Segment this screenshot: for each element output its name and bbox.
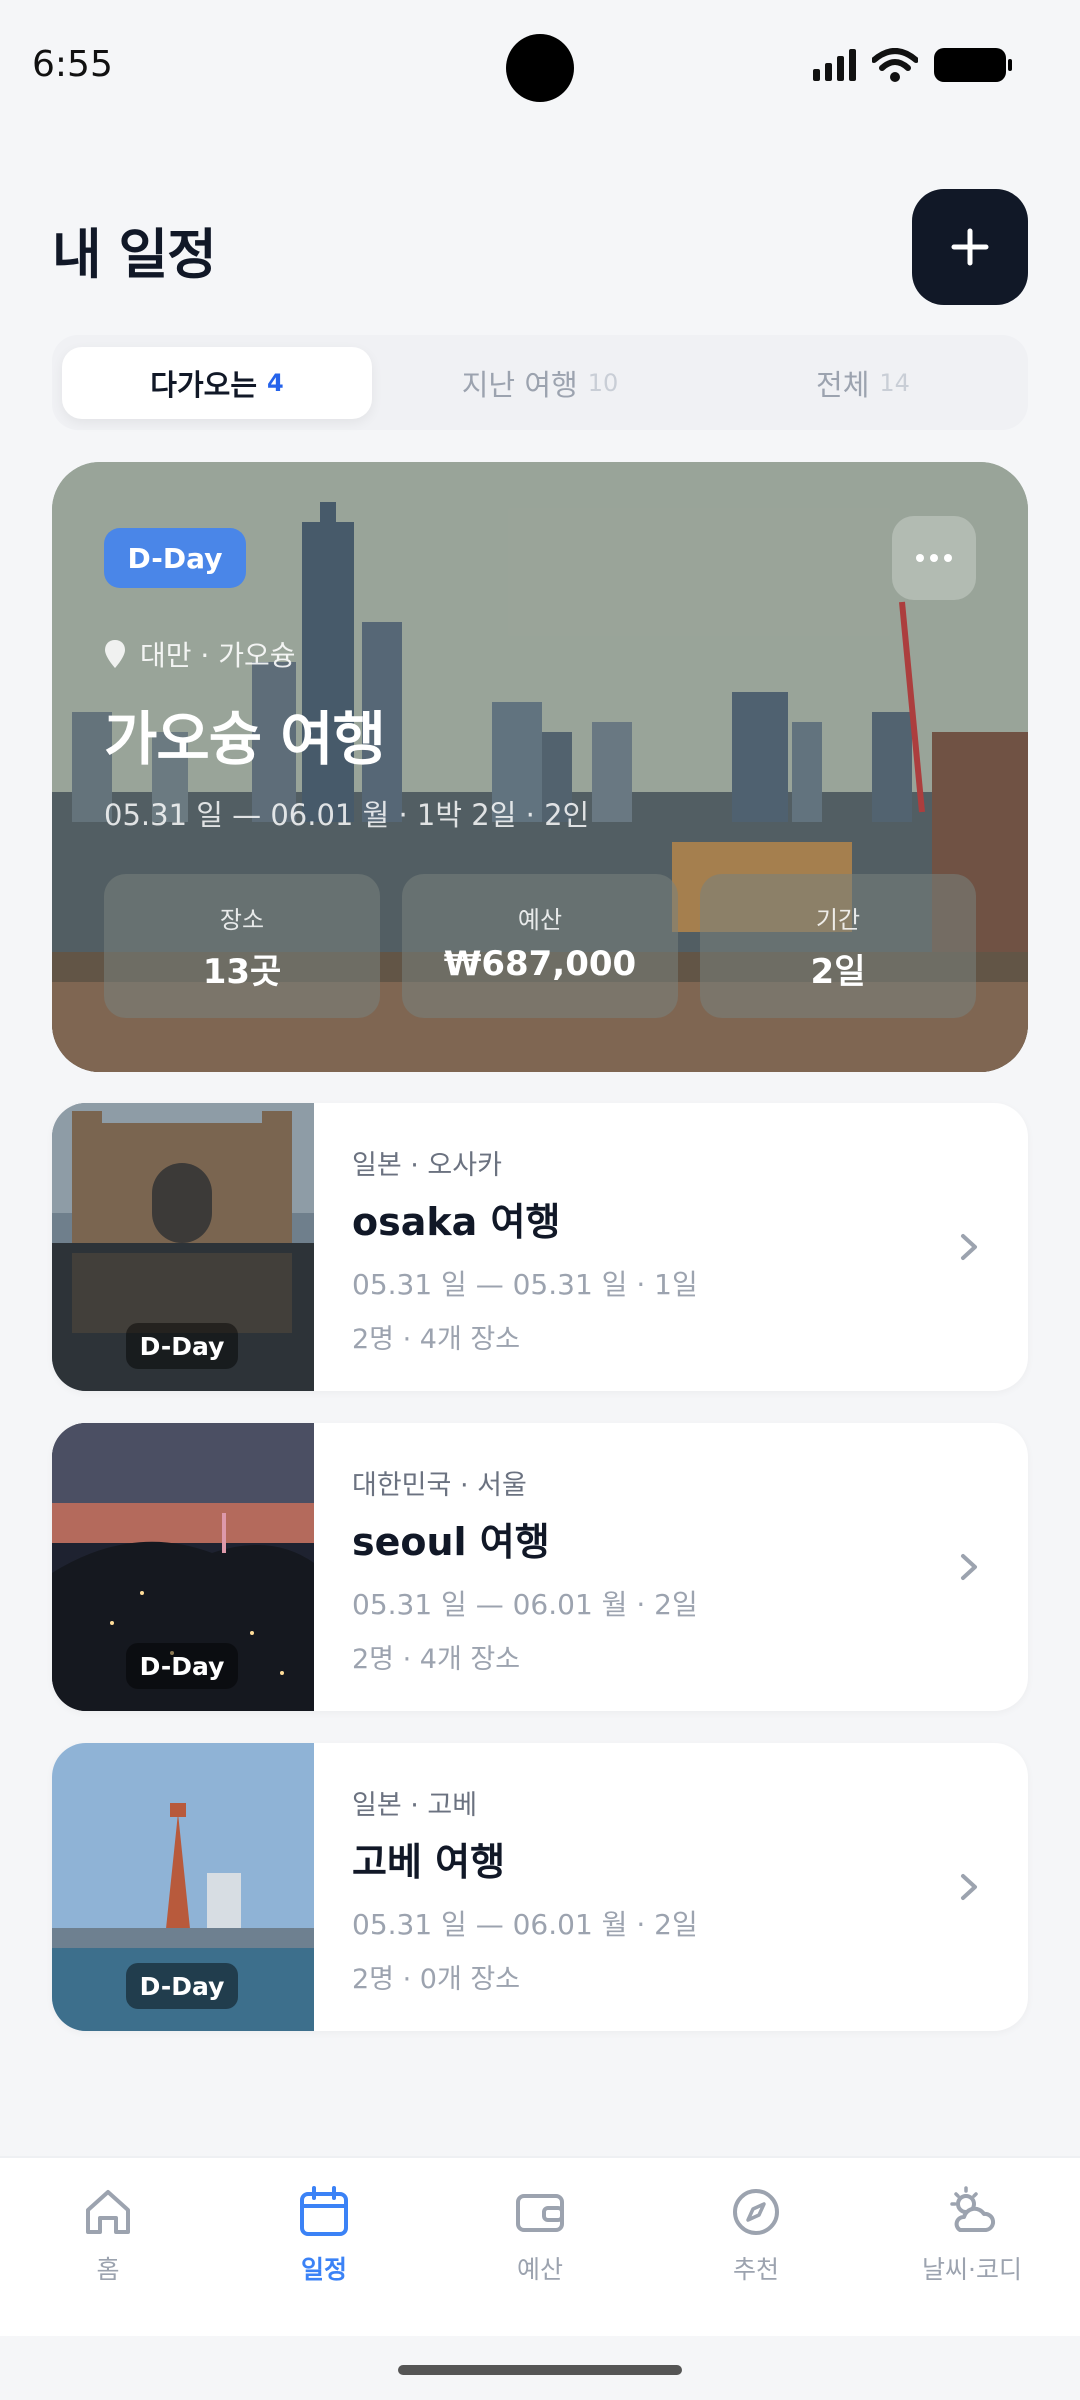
trip-meta: 2명 · 0개 장소 [352, 1964, 521, 1995]
tab-label: 지난 여행 [461, 368, 578, 402]
status-time: 6:55 [32, 44, 113, 85]
plus-icon [951, 228, 989, 266]
tab-label: 전체 [816, 368, 870, 402]
dday-badge: D-Day [126, 1323, 238, 1369]
featured-location-text: 대만 · 가오슝 [140, 639, 296, 672]
tab-all[interactable]: 전체 14 [708, 347, 1018, 419]
chevron-right-icon [961, 1234, 977, 1260]
dday-badge: D-Day [126, 1643, 238, 1689]
tab-past-trips[interactable]: 지난 여행 10 [385, 347, 695, 419]
featured-location: 대만 · 가오슝 [104, 634, 296, 674]
compass-icon [733, 2189, 779, 2235]
trip-card-seoul[interactable]: D-Day 대한민국 · 서울 seoul 여행 05.31 일 — 06.01… [52, 1423, 1028, 1711]
camera-cutout [506, 34, 574, 102]
stat-label: 기간 [815, 906, 861, 934]
stat-label: 예산 [517, 906, 563, 934]
trip-title: seoul 여행 [352, 1520, 550, 1564]
nav-label: 일정 [300, 2255, 347, 2284]
nav-label: 예산 [516, 2255, 563, 2284]
stat-places: 장소 13곳 [104, 874, 380, 1018]
add-trip-button[interactable] [912, 189, 1028, 305]
trip-card-osaka[interactable]: D-Day 일본 · 오사카 osaka 여행 05.31 일 — 05.31 … [52, 1103, 1028, 1391]
more-dots-icon [916, 554, 952, 562]
trip-dates: 05.31 일 — 05.31 일 · 1일 [352, 1268, 698, 1301]
trip-location: 일본 · 고베 [352, 1790, 478, 1821]
tab-upcoming[interactable]: 다가오는 4 [62, 347, 372, 419]
nav-recommend[interactable]: 추천 [648, 2184, 864, 2286]
tab-count: 10 [587, 369, 619, 397]
trip-title: osaka 여행 [352, 1200, 561, 1244]
tab-count: 14 [879, 369, 910, 397]
nav-label: 추천 [732, 2255, 779, 2284]
nav-label: 홈 [96, 2255, 120, 2284]
more-options-button[interactable] [892, 516, 976, 600]
trip-dates: 05.31 일 — 06.01 월 · 2일 [352, 1588, 698, 1621]
trip-card-kobe[interactable]: D-Day 일본 · 고베 고베 여행 05.31 일 — 06.01 월 · … [52, 1743, 1028, 2031]
trip-thumbnail: D-Day [52, 1743, 314, 2031]
nav-budget[interactable]: 예산 [432, 2184, 648, 2286]
featured-trip-card[interactable]: D-Day 대만 · 가오슝 가오슝 여행 05.31 일 — 06.01 월 … [52, 462, 1028, 1072]
trip-thumbnail: D-Day [52, 1103, 314, 1391]
location-pin-icon [105, 640, 125, 668]
stat-duration: 기간 2일 [700, 874, 976, 1018]
trip-meta: 2명 · 4개 장소 [352, 1324, 521, 1355]
featured-trip-title: 가오슝 여행 [104, 705, 386, 773]
trip-dates: 05.31 일 — 06.01 월 · 2일 [352, 1908, 698, 1941]
page-title: 내 일정 [52, 223, 217, 286]
trip-location: 대한민국 · 서울 [352, 1470, 527, 1501]
trip-title: 고베 여행 [352, 1840, 506, 1884]
chevron-right-icon [961, 1554, 977, 1580]
status-icons [813, 48, 1012, 82]
bottom-navigation: 홈 일정 예산 추천 날씨·코디 [0, 2156, 1080, 2336]
home-icon [86, 2190, 130, 2234]
dday-badge: D-Day [126, 1963, 238, 2009]
stat-value: 2일 [810, 952, 866, 992]
stat-label: 장소 [219, 906, 265, 934]
nav-home[interactable]: 홈 [0, 2184, 216, 2286]
battery-icon [934, 48, 1012, 82]
dday-badge: D-Day [104, 528, 246, 588]
chevron-right-icon [961, 1874, 977, 1900]
tab-count: 4 [267, 369, 284, 397]
trip-thumbnail: D-Day [52, 1423, 314, 1711]
trip-filter-tabs: 다가오는 4 지난 여행 10 전체 14 [52, 335, 1028, 430]
wifi-icon [872, 48, 918, 82]
featured-trip-dates: 05.31 일 — 06.01 월 · 1박 2일 · 2인 [104, 798, 590, 832]
trip-meta: 2명 · 4개 장소 [352, 1644, 521, 1675]
nav-weather-outfit[interactable]: 날씨·코디 [864, 2184, 1080, 2286]
status-bar: 6:55 [0, 0, 1080, 135]
nav-schedule[interactable]: 일정 [216, 2184, 432, 2286]
stat-value: 13곳 [202, 952, 282, 992]
weather-icon [950, 2186, 996, 2232]
trip-location: 일본 · 오사카 [352, 1150, 502, 1181]
home-indicator[interactable] [398, 2365, 682, 2375]
stat-value: ₩687,000 [443, 944, 637, 984]
tab-label: 다가오는 [150, 368, 258, 402]
nav-label: 날씨·코디 [922, 2255, 1022, 2284]
calendar-icon [300, 2186, 348, 2236]
signal-icon [813, 49, 856, 81]
wallet-icon [516, 2194, 564, 2232]
stat-budget: 예산 ₩687,000 [402, 874, 678, 1018]
